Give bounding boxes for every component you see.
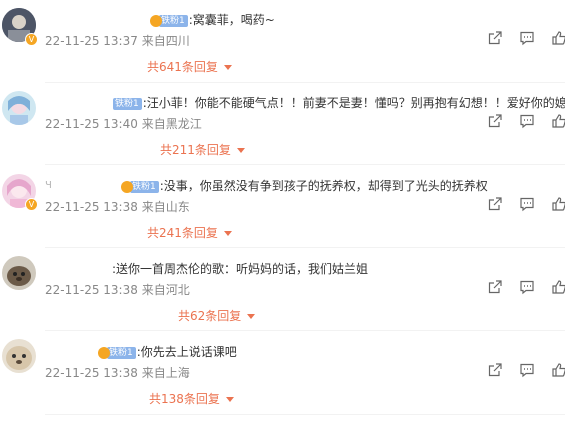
chevron-down-icon xyxy=(236,148,245,153)
verified-badge-icon: V xyxy=(25,198,38,211)
view-replies-link[interactable]: 共641条回复 xyxy=(147,58,232,75)
comment-text: :你先去上说话课吧 xyxy=(136,345,237,359)
divider xyxy=(45,164,565,165)
comment-time: 22-11-25 13:38 xyxy=(45,200,138,214)
fan-badge-icon xyxy=(150,14,162,27)
fan-badge-icon xyxy=(98,346,110,359)
comment-time: 22-11-25 13:38 xyxy=(45,283,138,297)
comment-time: 22-11-25 13:40 xyxy=(45,117,138,131)
comment-icon[interactable] xyxy=(519,113,535,129)
avatar[interactable] xyxy=(2,256,36,290)
comment-location: 来自上海 xyxy=(141,366,190,380)
view-replies-link[interactable]: 共211条回复 xyxy=(160,141,245,158)
comment-time: 22-11-25 13:38 xyxy=(45,366,138,380)
chevron-down-icon xyxy=(223,65,232,70)
reply-count: 共138条回复 xyxy=(149,392,220,406)
reply-count: 共241条回复 xyxy=(147,226,218,240)
view-replies-link[interactable]: 共138条回复 xyxy=(149,390,234,407)
comment-location: 来自山东 xyxy=(141,200,190,214)
comment-text: :汪小菲！你能不能硬气点！！前妻不是妻！懂吗？别再抱有幻想！！爱好你的媳 xyxy=(142,96,565,110)
share-icon[interactable] xyxy=(487,279,503,295)
like-icon[interactable] xyxy=(551,30,565,46)
fan-badge: 铁粉1 xyxy=(159,14,188,27)
fan-badge: 铁粉1 xyxy=(130,180,159,193)
like-icon[interactable] xyxy=(551,279,565,295)
chevron-down-icon xyxy=(247,314,256,319)
comment-location: 来自河北 xyxy=(141,283,190,297)
share-icon[interactable] xyxy=(487,30,503,46)
fan-badge: 铁粉1 xyxy=(107,346,136,359)
chevron-down-icon xyxy=(223,231,232,236)
reply-count: 共641条回复 xyxy=(147,60,218,74)
comment-icon[interactable] xyxy=(519,30,535,46)
divider xyxy=(45,82,565,83)
comment-location: 来自四川 xyxy=(141,34,190,48)
like-icon[interactable] xyxy=(551,362,565,378)
share-icon[interactable] xyxy=(487,113,503,129)
view-replies-link[interactable]: 共241条回复 xyxy=(147,224,232,241)
comment-location: 来自黑龙江 xyxy=(141,117,202,131)
comment-icon[interactable] xyxy=(519,362,535,378)
chevron-down-icon xyxy=(225,397,234,402)
divider xyxy=(45,414,565,415)
share-icon[interactable] xyxy=(487,196,503,212)
avatar[interactable] xyxy=(2,91,36,125)
fan-badge: 铁粉1 xyxy=(113,97,142,110)
reply-count: 共211条回复 xyxy=(160,143,231,157)
divider xyxy=(45,330,565,331)
share-icon[interactable] xyxy=(487,362,503,378)
comment-text: :窝囊菲，喝药~ xyxy=(188,13,275,27)
like-icon[interactable] xyxy=(551,196,565,212)
avatar[interactable] xyxy=(2,339,36,373)
fan-badge-icon xyxy=(121,180,133,193)
comment-text: :送你一首周杰伦的歌：听妈妈的话，我们姑兰姐 xyxy=(112,262,369,276)
comment-icon[interactable] xyxy=(519,196,535,212)
username-fragment[interactable]: ч xyxy=(45,177,52,191)
like-icon[interactable] xyxy=(551,113,565,129)
verified-badge-icon: V xyxy=(25,33,38,46)
comment-icon[interactable] xyxy=(519,279,535,295)
comment-time: 22-11-25 13:37 xyxy=(45,34,138,48)
reply-count: 共62条回复 xyxy=(178,309,242,323)
comment-text: :没事，你虽然没有争到孩子的抚养权，却得到了光头的抚养权 xyxy=(159,179,488,193)
view-replies-link[interactable]: 共62条回复 xyxy=(178,307,256,324)
divider xyxy=(45,247,565,248)
